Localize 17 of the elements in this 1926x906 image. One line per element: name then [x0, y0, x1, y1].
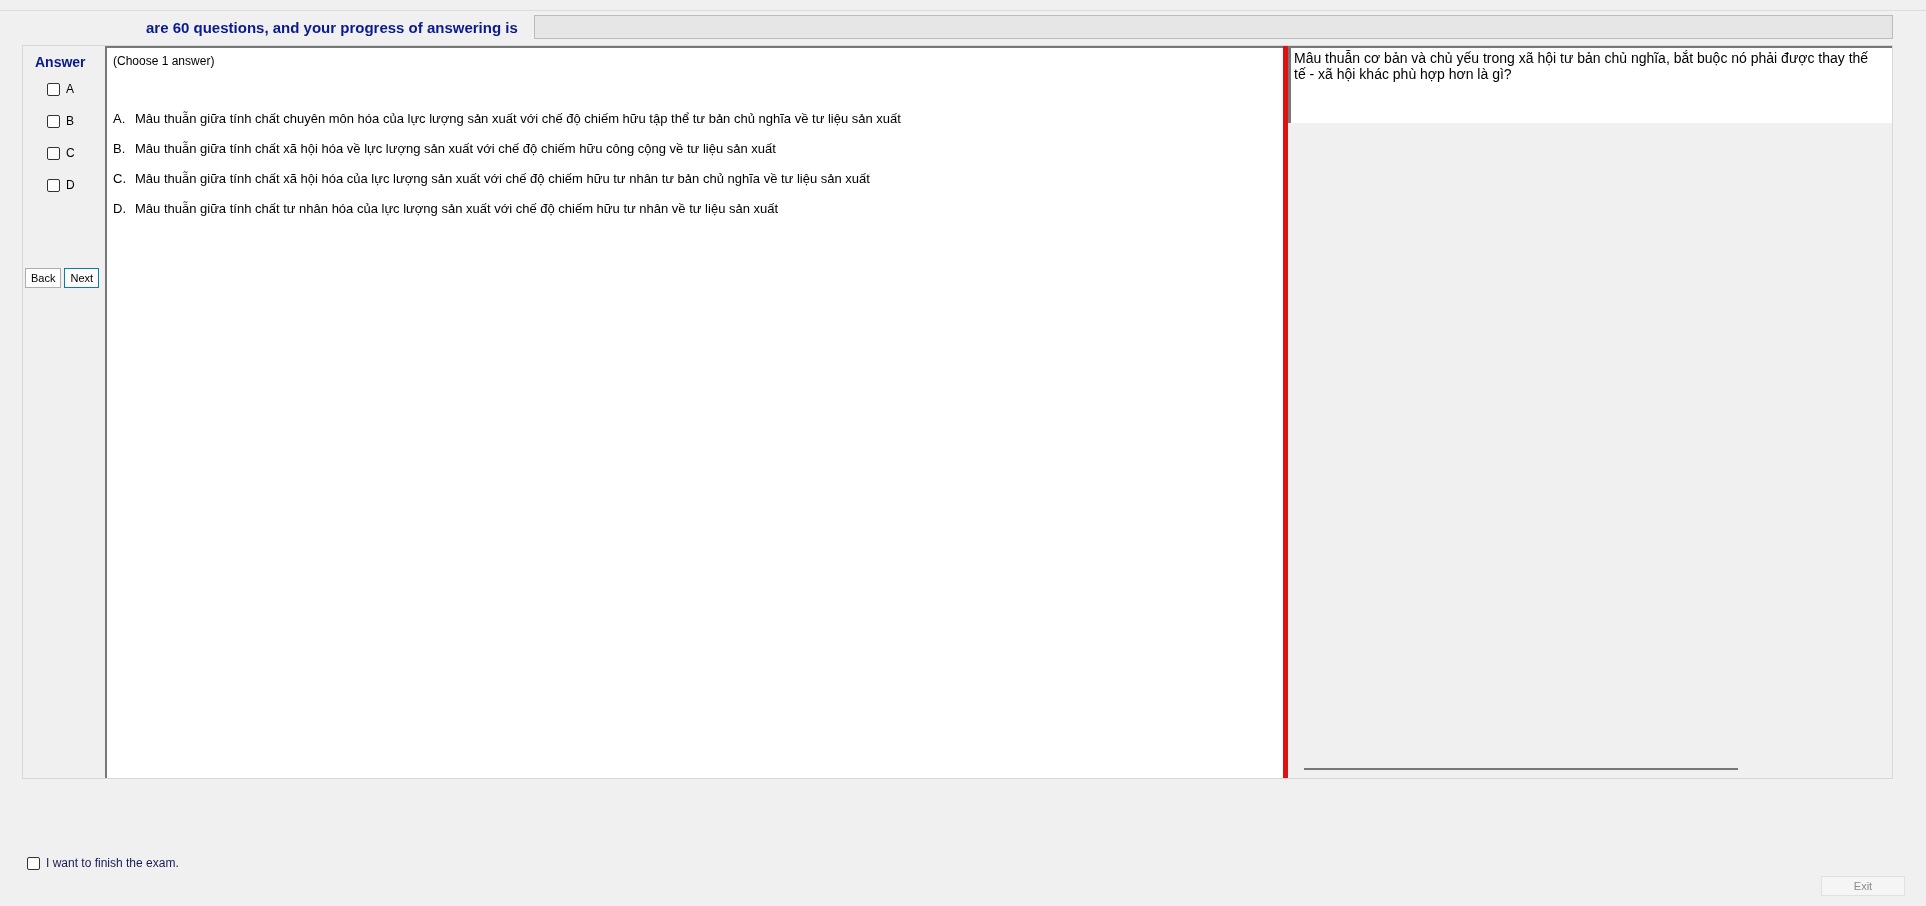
choice-text: B. Mâu thuẫn giữa tính chất xã hội hóa về lực lượng sản xuất với chế độ chiếm hữu công cộng về tư liệu sản xuất [113, 141, 777, 156]
choice-text: A. Mâu thuẫn giữa tính chất chuyên môn hóa của lực lượng sản xuất với chế độ chiếm hữu tập thể tư bản chủ nghĩa về tư liệu sản xuất [113, 111, 902, 126]
question-text-line: tế - xã hội khác phù hợp hơn là gì? [1294, 66, 1513, 82]
answer-checkbox[interactable]: D [47, 172, 75, 198]
finish-checkbox[interactable]: I want to finish the exam. [27, 856, 179, 870]
answer-heading: Answer [35, 54, 86, 70]
progress-caption: are 60 questions, and your progress of answering is [146, 18, 518, 36]
splitter-bar[interactable] [1283, 46, 1288, 778]
answer-checkbox[interactable]: B [47, 108, 74, 134]
answer-checkbox[interactable]: C [47, 140, 75, 166]
choice-text: D. Mâu thuẫn giữa tính chất tư nhân hóa của lực lượng sản xuất với chế độ chiếm hữu tư nhân về tư liệu sản xuất [113, 201, 780, 216]
choice-text: C. Mâu thuẫn giữa tính chất xã hội hóa của lực lượng sản xuất với chế độ chiếm hữu tư nhân tư bản chủ nghĩa về tư liệu sản xuất [113, 171, 871, 186]
question-text-line: Mâu thuẫn cơ bản và chủ yếu trong xã hội tư bản chủ nghĩa, bắt buộc nó phải được thay thế [1294, 50, 1870, 66]
instruction-text: (Choose 1 answer) [113, 54, 216, 68]
nav-button[interactable]: Next [64, 268, 100, 288]
answer-checkbox[interactable]: A [47, 76, 74, 102]
nav-button[interactable]: Back [25, 268, 62, 288]
